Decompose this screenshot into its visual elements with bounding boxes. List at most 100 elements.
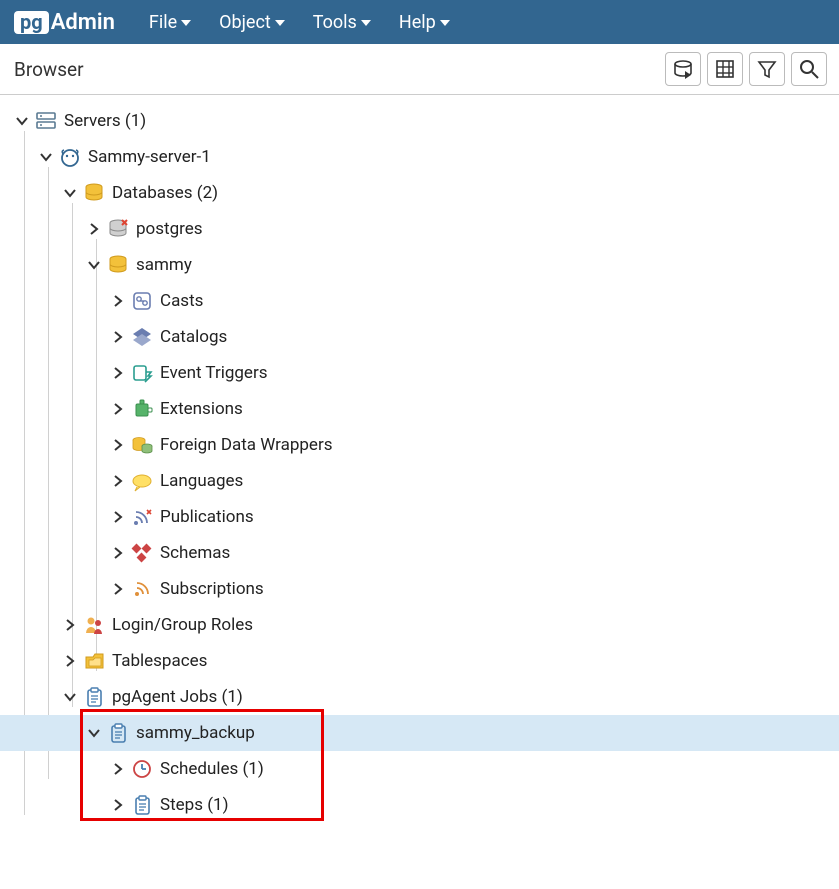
database-icon [82,181,106,205]
tree-label: Login/Group Roles [112,615,253,635]
chevron-down-icon [181,20,191,26]
expand-toggle[interactable] [38,149,54,165]
object-tree: Servers (1) Sammy-server-1 Databases (2)… [0,95,839,853]
expand-toggle[interactable] [110,509,126,525]
tree-node-steps[interactable]: Steps (1) [0,787,839,823]
tree-label: sammy [136,255,192,275]
expand-toggle[interactable] [110,365,126,381]
tree-label: Databases (2) [112,183,218,203]
expand-toggle[interactable] [110,293,126,309]
browser-toolbar [665,52,827,86]
tree-label: Sammy-server-1 [88,147,211,167]
logo-box: pg [14,11,49,34]
tree-node-catalogs[interactable]: Catalogs [0,319,839,355]
schedules-icon [130,757,154,781]
logo-text: Admin [51,10,115,35]
tree-node-servers[interactable]: Servers (1) [0,103,839,139]
menu-tools-label: Tools [313,12,357,33]
chevron-down-icon [275,20,285,26]
search-objects-button[interactable] [791,52,827,86]
menu-object-label: Object [219,12,271,33]
menu-file-label: File [149,12,177,33]
tree-label: pgAgent Jobs (1) [112,687,243,707]
tree-node-publications[interactable]: Publications [0,499,839,535]
tree-node-subscriptions[interactable]: Subscriptions [0,571,839,607]
database-icon [106,253,130,277]
browser-header: Browser [0,44,839,95]
expand-toggle[interactable] [110,437,126,453]
tree-label: Schedules (1) [160,759,264,779]
tree-label: Event Triggers [160,363,267,383]
expand-toggle[interactable] [110,545,126,561]
expand-toggle[interactable] [110,329,126,345]
tree-label: sammy_backup [136,723,255,743]
tree-node-pgagent-jobs[interactable]: pgAgent Jobs (1) [0,679,839,715]
tree-node-login-roles[interactable]: Login/Group Roles [0,607,839,643]
expand-toggle[interactable] [110,473,126,489]
job-icon [106,721,130,745]
tree-label: Subscriptions [160,579,264,599]
tree-node-extensions[interactable]: Extensions [0,391,839,427]
database-disconnected-icon [106,217,130,241]
tree-node-event-triggers[interactable]: Event Triggers [0,355,839,391]
expand-toggle[interactable] [86,257,102,273]
schemas-icon [130,541,154,565]
casts-icon [130,289,154,313]
tree-node-db-sammy[interactable]: sammy [0,247,839,283]
event-triggers-icon [130,361,154,385]
tree-node-databases[interactable]: Databases (2) [0,175,839,211]
expand-toggle[interactable] [110,761,126,777]
tree-node-server1[interactable]: Sammy-server-1 [0,139,839,175]
tree-node-languages[interactable]: Languages [0,463,839,499]
view-data-button[interactable] [707,52,743,86]
tree-label: Tablespaces [112,651,207,671]
tree-node-schedules[interactable]: Schedules (1) [0,751,839,787]
tree-label: Extensions [160,399,243,419]
tablespaces-icon [82,649,106,673]
tree-label: postgres [136,219,203,239]
tree-node-schemas[interactable]: Schemas [0,535,839,571]
menu-help-label: Help [399,12,436,33]
tree-node-tablespaces[interactable]: Tablespaces [0,643,839,679]
menu-tools[interactable]: Tools [313,12,371,33]
expand-toggle[interactable] [62,617,78,633]
menu-file[interactable]: File [149,12,191,33]
chevron-down-icon [440,20,450,26]
tree-node-fdw[interactable]: Foreign Data Wrappers [0,427,839,463]
pgagent-jobs-icon [82,685,106,709]
tree-label: Languages [160,471,243,491]
expand-toggle[interactable] [110,581,126,597]
tree-label: Foreign Data Wrappers [160,435,332,455]
publications-icon [130,505,154,529]
tree-node-db-postgres[interactable]: postgres [0,211,839,247]
menu-help[interactable]: Help [399,12,450,33]
tree-node-casts[interactable]: Casts [0,283,839,319]
extensions-icon [130,397,154,421]
login-roles-icon [82,613,106,637]
expand-toggle[interactable] [110,401,126,417]
chevron-down-icon [361,20,371,26]
expand-toggle[interactable] [62,689,78,705]
tree-label: Steps (1) [160,795,229,815]
tree-node-sammy-backup[interactable]: sammy_backup [0,715,839,751]
subscriptions-icon [130,577,154,601]
steps-icon [130,793,154,817]
catalogs-icon [130,325,154,349]
tree-label: Casts [160,291,203,311]
menu-object[interactable]: Object [219,12,285,33]
expand-toggle[interactable] [86,725,102,741]
expand-toggle[interactable] [110,797,126,813]
filter-rows-button[interactable] [749,52,785,86]
expand-toggle[interactable] [62,185,78,201]
expand-toggle[interactable] [86,221,102,237]
pgadmin-logo: pg Admin [14,10,115,35]
expand-toggle[interactable] [14,113,30,129]
query-tool-button[interactable] [665,52,701,86]
foreign-data-wrappers-icon [130,433,154,457]
tree-label: Servers (1) [64,111,146,131]
tree-label: Schemas [160,543,230,563]
tree-label: Catalogs [160,327,227,347]
browser-title: Browser [14,58,84,81]
expand-toggle[interactable] [62,653,78,669]
postgresql-elephant-icon [58,145,82,169]
